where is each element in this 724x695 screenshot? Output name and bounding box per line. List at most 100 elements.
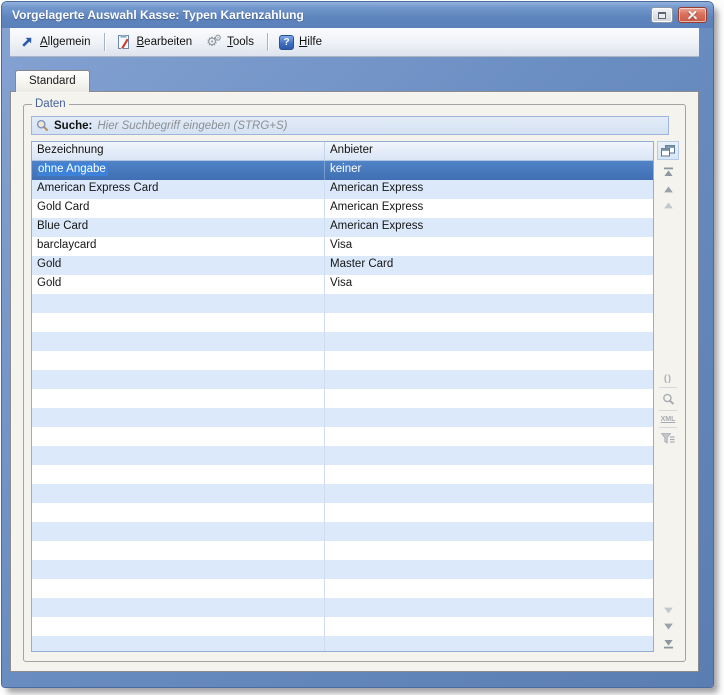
cell-bezeichnung[interactable]: Gold [32,275,325,294]
cell-anbieter [325,598,653,617]
toolbar-separator [104,33,105,51]
cell-anbieter [325,541,653,560]
cell-anbieter [325,560,653,579]
table-row-empty [32,484,653,503]
table-row[interactable]: GoldVisa [32,275,653,294]
toolbar-button-bearbeiten[interactable]: Bearbeiten [111,31,200,53]
scroll-up-icon[interactable] [663,186,674,193]
table-row-empty [32,579,653,598]
cell-anbieter[interactable]: American Express [325,199,653,218]
page-down-icon[interactable] [663,607,674,614]
cell-anbieter [325,522,653,541]
table-row-empty [32,598,653,617]
help-icon: ? [279,35,294,50]
cell-anbieter[interactable]: Master Card [325,256,653,275]
cell-anbieter [325,427,653,446]
cell-bezeichnung [32,560,325,579]
table-row[interactable]: Gold CardAmerican Express [32,199,653,218]
table-row-empty [32,389,653,408]
close-icon [688,11,697,20]
table-row-empty [32,465,653,484]
zoom-icon[interactable] [659,388,677,411]
cell-bezeichnung [32,370,325,389]
cell-anbieter[interactable]: Visa [325,237,653,256]
title-bar[interactable]: Vorgelagerte Auswahl Kasse: Typen Karten… [2,2,713,28]
cell-bezeichnung [32,389,325,408]
column-chooser-button[interactable] [657,141,679,160]
toolbar-button-hilfe[interactable]: ? Hilfe [274,32,329,53]
data-grid: Bezeichnung Anbieter ohne AngabekeinerAm… [31,141,654,652]
table-row[interactable]: American Express CardAmerican Express [32,180,653,199]
table-row-empty [32,636,653,651]
table-row-empty [32,503,653,522]
cell-bezeichnung[interactable]: Gold [32,256,325,275]
table-row-empty [32,541,653,560]
table-body: ohne AngabekeinerAmerican Express CardAm… [32,161,653,651]
table-row-empty [32,560,653,579]
cell-anbieter [325,636,653,651]
xml-icon[interactable]: XML [659,411,677,428]
scroll-bottom-icon[interactable] [663,639,674,649]
groupbox-label: Daten [32,98,69,110]
table-row-empty [32,522,653,541]
cell-anbieter [325,503,653,522]
column-header-anbieter[interactable]: Anbieter [325,142,653,160]
cell-anbieter[interactable]: Visa [325,275,653,294]
search-icon [36,119,49,132]
cell-bezeichnung[interactable]: barclaycard [32,237,325,256]
toolbar-label: Bearbeiten [137,36,193,48]
table-row[interactable]: ohne Angabekeiner [32,161,653,180]
close-button[interactable] [678,7,707,23]
cell-bezeichnung [32,427,325,446]
table-row-empty [32,446,653,465]
gears-icon: ⚙⚙ [206,34,222,50]
toolbar-label: Hilfe [299,36,322,48]
cell-bezeichnung [32,617,325,636]
table-row-empty [32,332,653,351]
toolbar: Allgemein Bearbeiten ⚙⚙ Tools [10,28,699,57]
cell-bezeichnung[interactable]: American Express Card [32,180,325,199]
desktop: Vorgelagerte Auswahl Kasse: Typen Karten… [0,0,724,695]
cell-anbieter [325,351,653,370]
cell-bezeichnung [32,522,325,541]
table-row[interactable]: barclaycardVisa [32,237,653,256]
search-bar[interactable]: Suche: Hier Suchbegriff eingeben (STRG+S… [31,116,669,135]
tab-strip: Standard [10,57,699,91]
page-up-icon[interactable] [663,202,674,209]
tab-standard[interactable]: Standard [15,70,90,92]
column-header-bezeichnung[interactable]: Bezeichnung [32,142,325,160]
cell-bezeichnung [32,332,325,351]
grid-navigator: () XML [659,160,677,652]
grid-area: Bezeichnung Anbieter ohne AngabekeinerAm… [31,141,679,652]
cell-bezeichnung [32,541,325,560]
brackets-icon[interactable]: () [659,368,677,388]
table-row-empty [32,351,653,370]
table-row[interactable]: GoldMaster Card [32,256,653,275]
cell-bezeichnung [32,313,325,332]
cell-bezeichnung[interactable]: Blue Card [32,218,325,237]
scroll-down-icon[interactable] [663,623,674,630]
daten-groupbox: Daten Suche: Hier Suchbegriff eingeben (… [23,98,686,662]
cell-bezeichnung [32,484,325,503]
scroll-top-icon[interactable] [663,167,674,177]
cell-bezeichnung[interactable]: Gold Card [32,199,325,218]
cell-anbieter [325,389,653,408]
cell-anbieter[interactable]: keiner [325,161,653,180]
search-placeholder: Hier Suchbegriff eingeben (STRG+S) [97,120,287,132]
dialog-window: Vorgelagerte Auswahl Kasse: Typen Karten… [2,2,713,687]
toolbar-separator [267,33,268,51]
table-row-empty [32,370,653,389]
restore-button[interactable] [651,7,673,23]
table-row[interactable]: Blue CardAmerican Express [32,218,653,237]
arrow-up-right-icon [19,34,35,50]
cell-bezeichnung[interactable]: ohne Angabe [32,161,325,180]
cell-anbieter [325,465,653,484]
toolbar-button-allgemein[interactable]: Allgemein [14,31,98,53]
toolbar-button-tools[interactable]: ⚙⚙ Tools [201,31,261,53]
grid-side-panel: () XML [654,141,679,652]
cell-anbieter[interactable]: American Express [325,218,653,237]
window-controls [651,7,707,23]
cell-anbieter[interactable]: American Express [325,180,653,199]
filter-icon[interactable] [659,428,677,448]
table-row-empty [32,427,653,446]
